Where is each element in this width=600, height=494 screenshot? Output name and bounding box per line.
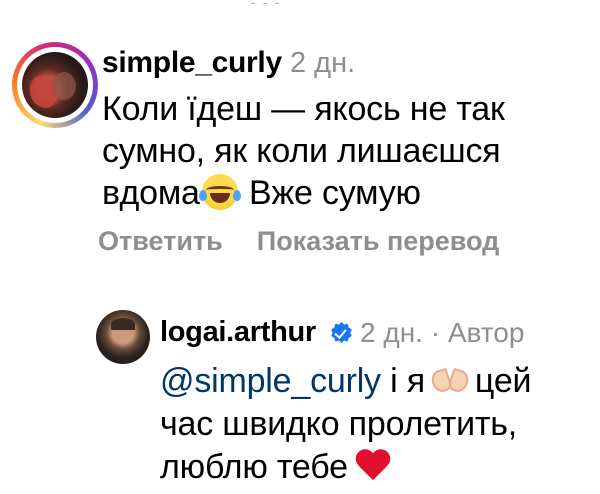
red-heart-emoji-icon bbox=[354, 450, 392, 484]
reply-username[interactable]: logai.arthur bbox=[160, 316, 316, 349]
reply-text-part1: і я bbox=[390, 362, 425, 400]
author-label: Автор bbox=[447, 317, 525, 348]
reply-timestamp: 2 дн. bbox=[360, 317, 423, 348]
comment-text: Коли їдеш — якось не так сумно, як коли … bbox=[102, 88, 572, 214]
reply-text: @simple_curly і я цей час швидко пролетит… bbox=[160, 360, 580, 489]
comment-text-part2: Вже сумую bbox=[248, 174, 421, 212]
mention-link[interactable]: @simple_curly bbox=[160, 362, 381, 400]
comment-username[interactable]: simple_curly bbox=[102, 46, 282, 80]
heart-hands-emoji-icon bbox=[431, 366, 469, 396]
comment-actions: Ответить Показать перевод bbox=[98, 226, 499, 257]
reply-avatar[interactable] bbox=[96, 310, 150, 364]
avatar bbox=[22, 52, 88, 118]
comment-timestamp: 2 дн. bbox=[290, 47, 356, 79]
reply-meta: 2 дн. · Автор bbox=[360, 317, 524, 349]
tears-of-joy-emoji-icon bbox=[198, 174, 241, 210]
meta-separator: · bbox=[430, 317, 441, 348]
show-translation-button[interactable]: Показать перевод bbox=[257, 226, 500, 257]
avatar-story-ring[interactable] bbox=[12, 42, 98, 128]
previous-item-indicator bbox=[250, 0, 310, 4]
verified-badge-icon bbox=[331, 322, 352, 343]
reply-button[interactable]: Ответить bbox=[98, 226, 223, 257]
